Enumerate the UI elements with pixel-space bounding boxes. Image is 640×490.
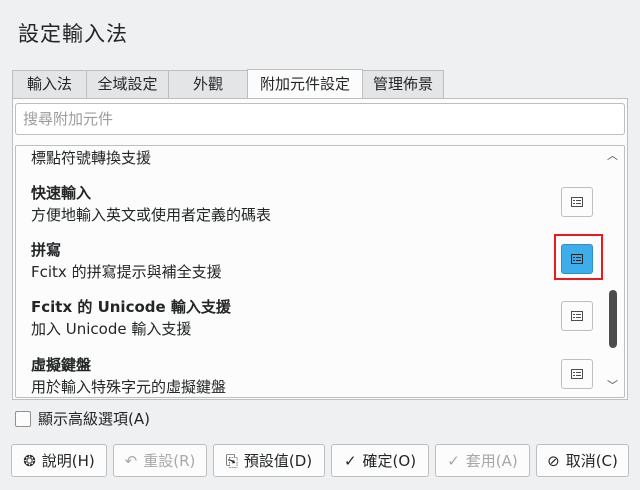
defaults-button[interactable]: ⎘ 預設值(D) xyxy=(213,444,325,477)
configure-icon xyxy=(571,254,583,264)
apply-button[interactable]: ✓ 套用(A) xyxy=(435,444,530,477)
undo-icon: ↶ xyxy=(124,451,138,470)
window-title: 設定輸入法 xyxy=(18,22,128,46)
tab-global-settings[interactable]: 全域設定 xyxy=(86,70,169,98)
tab-input-method[interactable]: 輸入法 xyxy=(12,70,87,98)
reset-button[interactable]: ↶ 重設(R) xyxy=(113,444,207,477)
configure-button[interactable] xyxy=(561,359,593,389)
document-icon: ⎘ xyxy=(225,451,238,470)
checkmark-icon: ✓ xyxy=(447,451,460,470)
tab-addon-settings[interactable]: 附加元件設定 xyxy=(247,69,363,99)
help-icon: ❂ xyxy=(23,451,36,470)
advanced-options-row[interactable]: 顯示高級選項(A) xyxy=(15,408,150,429)
help-button[interactable]: ❂ 說明(H) xyxy=(11,444,107,477)
addon-title: 拼寫 xyxy=(31,241,62,259)
configure-icon xyxy=(571,369,583,379)
configure-button[interactable] xyxy=(561,301,593,331)
addon-description: 加入 Unicode 輸入支援 xyxy=(31,320,192,338)
tab-appearance[interactable]: 外觀 xyxy=(168,70,248,98)
addon-description: 標點符號轉換支援 xyxy=(31,149,152,167)
addon-title: 虛擬鍵盤 xyxy=(31,356,92,374)
configure-button[interactable] xyxy=(561,187,593,217)
advanced-options-label: 顯示高級選項(A) xyxy=(38,410,150,428)
chevron-up-icon[interactable]: ︿ xyxy=(607,150,618,161)
search-input[interactable]: 搜尋附加元件 xyxy=(15,103,625,135)
addon-description: Fcitx 的拼寫提示與補全支援 xyxy=(31,263,222,281)
tab-bar: 輸入法 全域設定 外觀 附加元件設定 管理佈景 xyxy=(12,69,444,99)
addon-title: Fcitx 的 Unicode 輸入支援 xyxy=(31,298,231,316)
addon-description: 方便地輸入英文或使用者定義的碼表 xyxy=(31,206,272,224)
advanced-options-checkbox[interactable] xyxy=(15,410,31,427)
configure-icon xyxy=(571,311,583,321)
checkmark-icon: ✓ xyxy=(343,451,357,470)
scrollbar-thumb[interactable] xyxy=(609,290,617,348)
addon-title: 快速輸入 xyxy=(31,184,92,202)
tab-manage-themes[interactable]: 管理佈景 xyxy=(362,70,444,98)
chevron-down-icon[interactable]: ﹀ xyxy=(607,380,618,391)
cancel-icon: ⊘ xyxy=(547,451,560,470)
addon-list[interactable]: 標點符號轉換支援 快速輸入 方便地輸入英文或使用者定義的碼表 拼寫 Fcitx … xyxy=(15,145,625,398)
cancel-button[interactable]: ⊘ 取消(C) xyxy=(536,444,629,477)
ok-button[interactable]: ✓ 確定(O) xyxy=(331,444,429,477)
configure-button[interactable] xyxy=(561,244,593,274)
configure-icon xyxy=(571,197,583,207)
addon-description: 用於輸入特殊字元的虛擬鍵盤 xyxy=(31,378,227,396)
